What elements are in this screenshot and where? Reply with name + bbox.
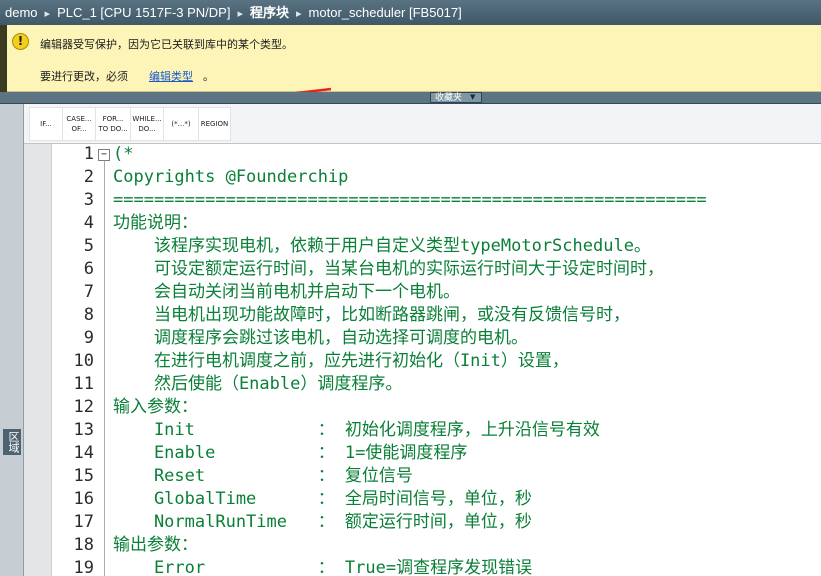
code-text[interactable]: Error ： True=调查程序发现错误 bbox=[113, 557, 532, 576]
code-line[interactable]: 1 (* bbox=[0, 143, 821, 166]
banner-edge bbox=[0, 25, 7, 92]
code-line[interactable]: 14 Enable ： 1=使能调度程序 bbox=[0, 442, 821, 465]
code-line[interactable]: 7 会自动关闭当前电机并启动下一个电机。 bbox=[0, 281, 821, 304]
line-number: 3 bbox=[83, 190, 94, 210]
code-text[interactable]: 然后使能（Enable）调度程序。 bbox=[113, 373, 402, 396]
code-text[interactable]: Init ： 初始化调度程序，上升沿信号有效 bbox=[113, 419, 600, 442]
line-number: 4 bbox=[83, 213, 94, 233]
edit-type-link[interactable]: 编辑类型 bbox=[149, 68, 193, 84]
code-text[interactable]: NormalRunTime ： 额定运行时间，单位，秒 bbox=[113, 511, 532, 534]
code-text[interactable]: 调度程序会跳过该电机，自动选择可调度的电机。 bbox=[113, 327, 528, 350]
line-number: 7 bbox=[83, 282, 94, 302]
line-number: 15 bbox=[73, 466, 94, 486]
code-line[interactable]: 2 Copyrights @Founderchip bbox=[0, 166, 821, 189]
instruction-palette: IF... CASE... OF... FOR... TO DO... WHIL… bbox=[24, 104, 821, 144]
line-number: 17 bbox=[73, 512, 94, 532]
palette-region-button[interactable]: REGION bbox=[198, 107, 231, 141]
code-line[interactable]: 17 NormalRunTime ： 额定运行时间，单位，秒 bbox=[0, 511, 821, 534]
line-number: 2 bbox=[83, 167, 94, 187]
breadcrumb: demo ▸ PLC_1 [CPU 1517F-3 PN/DP] ▸ 程序块 ▸ motor… bbox=[0, 0, 821, 25]
warning-icon: ! bbox=[12, 33, 29, 50]
line-number: 5 bbox=[83, 236, 94, 256]
code-line[interactable]: 9 调度程序会跳过该电机，自动选择可调度的电机。 bbox=[0, 327, 821, 350]
line-number: 16 bbox=[73, 489, 94, 509]
code-line[interactable]: 12 输入参数： bbox=[0, 396, 821, 419]
code-text[interactable]: 功能说明： bbox=[113, 212, 198, 235]
banner-period: 。 bbox=[203, 70, 214, 83]
code-text[interactable]: 输入参数： bbox=[113, 396, 198, 419]
code-text[interactable]: 当电机出现功能故障时，比如断路器跳闸，或没有反馈信号时， bbox=[113, 304, 630, 327]
code-line[interactable]: 3 =======================================… bbox=[0, 189, 821, 212]
code-line[interactable]: 18 输出参数： bbox=[0, 534, 821, 557]
code-text[interactable]: GlobalTime ： 全局时间信号，单位，秒 bbox=[113, 488, 532, 511]
code-text[interactable]: 该程序实现电机，依赖于用户自定义类型typeMotorSchedule。 bbox=[113, 235, 651, 258]
code-text[interactable]: ========================================… bbox=[113, 189, 707, 212]
dock-toolbar: 收藏夹 ▼ bbox=[0, 92, 821, 104]
line-number: 1 bbox=[83, 144, 94, 164]
line-number: 9 bbox=[83, 328, 94, 348]
code-text[interactable]: 输出参数： bbox=[113, 534, 198, 557]
breadcrumb-program-blocks[interactable]: 程序块 bbox=[250, 0, 289, 25]
favorites-label: 收藏夹 bbox=[435, 93, 463, 103]
code-text[interactable]: Reset ： 复位信号 bbox=[113, 465, 413, 488]
line-number: 13 bbox=[73, 420, 94, 440]
code-line[interactable]: 13 Init ： 初始化调度程序，上升沿信号有效 bbox=[0, 419, 821, 442]
line-number: 19 bbox=[73, 558, 94, 576]
breadcrumb-separator-icon: ▸ bbox=[44, 8, 51, 20]
code-line[interactable]: 15 Reset ： 复位信号 bbox=[0, 465, 821, 488]
line-number: 11 bbox=[73, 374, 94, 394]
banner-instruction: 要进行更改，必须 bbox=[40, 70, 128, 83]
line-number: 10 bbox=[73, 351, 94, 371]
code-text[interactable]: (* bbox=[113, 143, 133, 166]
code-line[interactable]: 6 可设定额定运行时间，当某台电机的实际运行时间大于设定时间时， bbox=[0, 258, 821, 281]
palette-for-button[interactable]: FOR... TO DO... bbox=[95, 107, 131, 141]
code-text[interactable]: Enable ： 1=使能调度程序 bbox=[113, 442, 467, 465]
code-text[interactable]: Copyrights @Founderchip bbox=[113, 166, 348, 189]
code-text[interactable]: 会自动关闭当前电机并启动下一个电机。 bbox=[113, 281, 460, 304]
line-number: 8 bbox=[83, 305, 94, 325]
line-number: 6 bbox=[83, 259, 94, 279]
code-line[interactable]: 19 Error ： True=调查程序发现错误 bbox=[0, 557, 821, 576]
code-line[interactable]: 8 当电机出现功能故障时，比如断路器跳闸，或没有反馈信号时， bbox=[0, 304, 821, 327]
code-line[interactable]: 5 该程序实现电机，依赖于用户自定义类型typeMotorSchedule。 bbox=[0, 235, 821, 258]
code-line[interactable]: 4 功能说明： bbox=[0, 212, 821, 235]
palette-comment-button[interactable]: (*...*) bbox=[163, 107, 199, 141]
code-line[interactable]: 16 GlobalTime ： 全局时间信号，单位，秒 bbox=[0, 488, 821, 511]
breadcrumb-project[interactable]: demo bbox=[5, 0, 38, 25]
line-number: 12 bbox=[73, 397, 94, 417]
code-text[interactable]: 在进行电机调度之前，应先进行初始化（Init）设置， bbox=[113, 350, 569, 373]
code-line[interactable]: 11 然后使能（Enable）调度程序。 bbox=[0, 373, 821, 396]
palette-case-button[interactable]: CASE... OF... bbox=[62, 107, 96, 141]
breadcrumb-plc[interactable]: PLC_1 [CPU 1517F-3 PN/DP] bbox=[57, 0, 230, 25]
palette-while-button[interactable]: WHILE... DO... bbox=[130, 107, 164, 141]
breadcrumb-block[interactable]: motor_scheduler [FB5017] bbox=[309, 0, 462, 25]
code-text[interactable]: 可设定额定运行时间，当某台电机的实际运行时间大于设定时间时， bbox=[113, 258, 664, 281]
write-protection-banner: ! 编辑器受写保护，因为它已关联到库中的某个类型。 要进行更改，必须 编辑类型 … bbox=[0, 25, 821, 109]
breadcrumb-separator-icon: ▸ bbox=[237, 8, 243, 20]
banner-message: 编辑器受写保护，因为它已关联到库中的某个类型。 bbox=[40, 38, 293, 51]
breadcrumb-separator-icon: ▸ bbox=[296, 8, 302, 20]
line-number: 18 bbox=[73, 535, 94, 555]
palette-if-button[interactable]: IF... bbox=[29, 107, 63, 141]
collapse-icon[interactable]: ▼ bbox=[470, 93, 475, 101]
line-number: 14 bbox=[73, 443, 94, 463]
code-line[interactable]: 10 在进行电机调度之前，应先进行初始化（Init）设置， bbox=[0, 350, 821, 373]
